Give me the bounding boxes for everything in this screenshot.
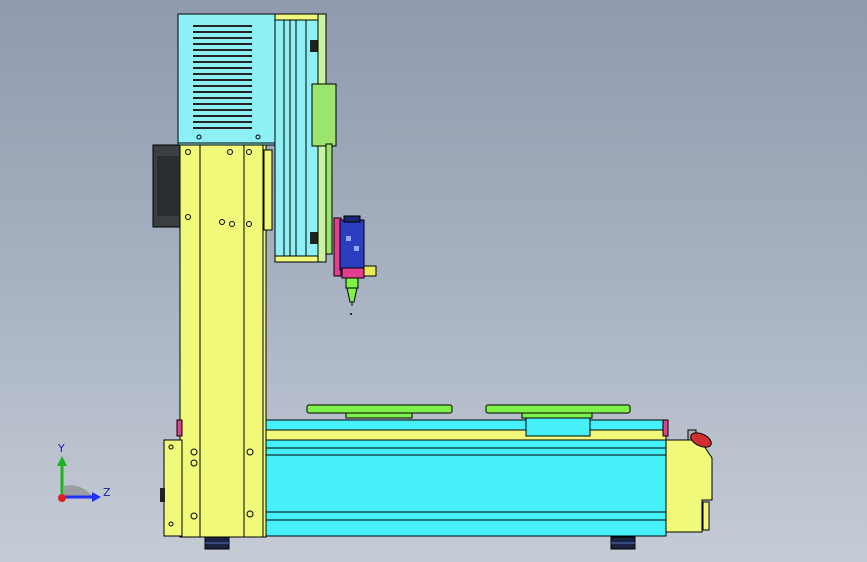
dispensing-valve [333,215,377,315]
front-control-box [665,439,713,533]
vertical-column [179,144,273,538]
leveling-feet [204,536,636,550]
z-axis-carriage [274,13,337,263]
axis-y-label: Y [58,442,65,455]
axis-z-label: Z [103,486,111,499]
ventilated-head-housing [177,13,276,146]
workpiece-fixtures [306,404,631,419]
x-axis-motor [152,144,184,228]
cad-viewport[interactable]: Y Z [0,0,867,562]
machine-side-view [57,13,713,550]
coordinate-triad[interactable] [57,456,101,502]
